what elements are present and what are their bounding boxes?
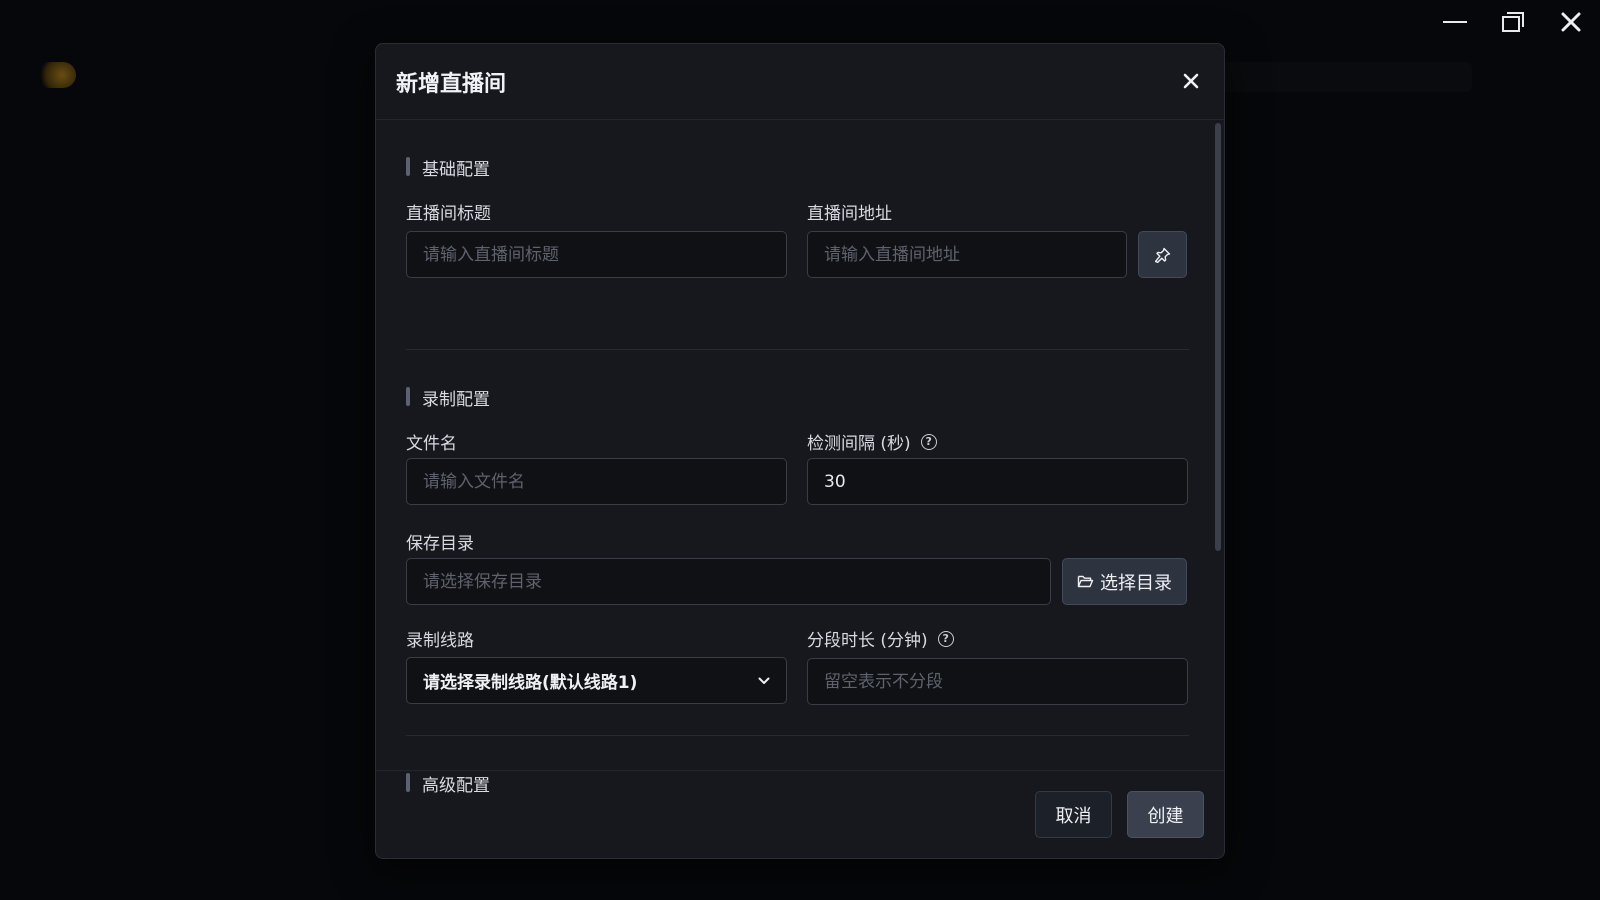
dialog-close-button[interactable]	[1176, 66, 1206, 96]
room-url-input[interactable]	[807, 231, 1127, 278]
section-title-basic: 基础配置	[406, 155, 490, 180]
dialog-body: 基础配置 直播间标题 直播间地址 录制配置 文件名 检测间隔 (秒) ? 保存目…	[376, 121, 1224, 814]
interval-label: 检测间隔 (秒) ?	[807, 429, 937, 454]
segment-label: 分段时长 (分钟) ?	[807, 626, 954, 651]
question-circle-icon[interactable]: ?	[937, 630, 954, 647]
room-title-input[interactable]	[406, 231, 787, 278]
interval-label-text: 检测间隔 (秒)	[807, 434, 911, 454]
save-dir-label-text: 保存目录	[406, 534, 474, 554]
restore-icon	[1502, 12, 1524, 32]
segment-input[interactable]	[807, 658, 1188, 705]
section-divider	[406, 735, 1189, 736]
save-dir-label: 保存目录	[406, 529, 474, 554]
choose-directory-button[interactable]: 选择目录	[1062, 558, 1187, 605]
save-dir-input[interactable]	[406, 558, 1051, 605]
chevron-down-icon	[758, 677, 770, 684]
app-logo	[36, 62, 76, 88]
room-url-label: 直播间地址	[807, 199, 892, 224]
room-title-label: 直播间标题	[406, 199, 491, 224]
close-icon	[1561, 12, 1581, 32]
segment-label-text: 分段时长 (分钟)	[807, 631, 928, 651]
section-divider	[406, 349, 1189, 350]
scrollbar-thumb[interactable]	[1215, 123, 1221, 551]
window-controls	[1426, 0, 1600, 44]
create-button[interactable]: 创建	[1127, 791, 1204, 838]
pin-url-button[interactable]	[1138, 231, 1187, 278]
interval-input[interactable]	[807, 458, 1188, 505]
window-maximize-button[interactable]	[1484, 0, 1542, 44]
question-circle-icon[interactable]: ?	[920, 433, 937, 450]
cancel-button[interactable]: 取消	[1035, 791, 1112, 838]
close-icon	[1183, 73, 1199, 89]
choose-directory-label: 选择目录	[1100, 572, 1172, 594]
route-label: 录制线路	[406, 626, 474, 651]
filename-label: 文件名	[406, 429, 457, 454]
route-label-text: 录制线路	[406, 631, 474, 651]
room-title-label-text: 直播间标题	[406, 204, 491, 224]
dialog-scrollbar[interactable]	[1215, 123, 1221, 811]
route-select-value: 请选择录制线路(默认线路1)	[423, 673, 638, 693]
dialog-footer: 取消 创建	[376, 770, 1224, 858]
minimize-icon	[1443, 21, 1467, 23]
section-title-record: 录制配置	[406, 385, 490, 410]
create-live-room-dialog: 新增直播间 基础配置 直播间标题 直播间地址 录制配置 文件名	[375, 43, 1225, 859]
room-url-label-text: 直播间地址	[807, 204, 892, 224]
route-select[interactable]: 请选择录制线路(默认线路1)	[406, 657, 787, 704]
folder-icon	[1077, 575, 1094, 588]
filename-input[interactable]	[406, 458, 787, 505]
window-close-button[interactable]	[1542, 0, 1600, 44]
dialog-title: 新增直播间	[396, 72, 507, 97]
dialog-header: 新增直播间	[376, 44, 1224, 120]
window-minimize-button[interactable]	[1426, 0, 1484, 44]
filename-label-text: 文件名	[406, 434, 457, 454]
app-search-bar	[1222, 62, 1472, 92]
pin-icon	[1154, 247, 1170, 263]
